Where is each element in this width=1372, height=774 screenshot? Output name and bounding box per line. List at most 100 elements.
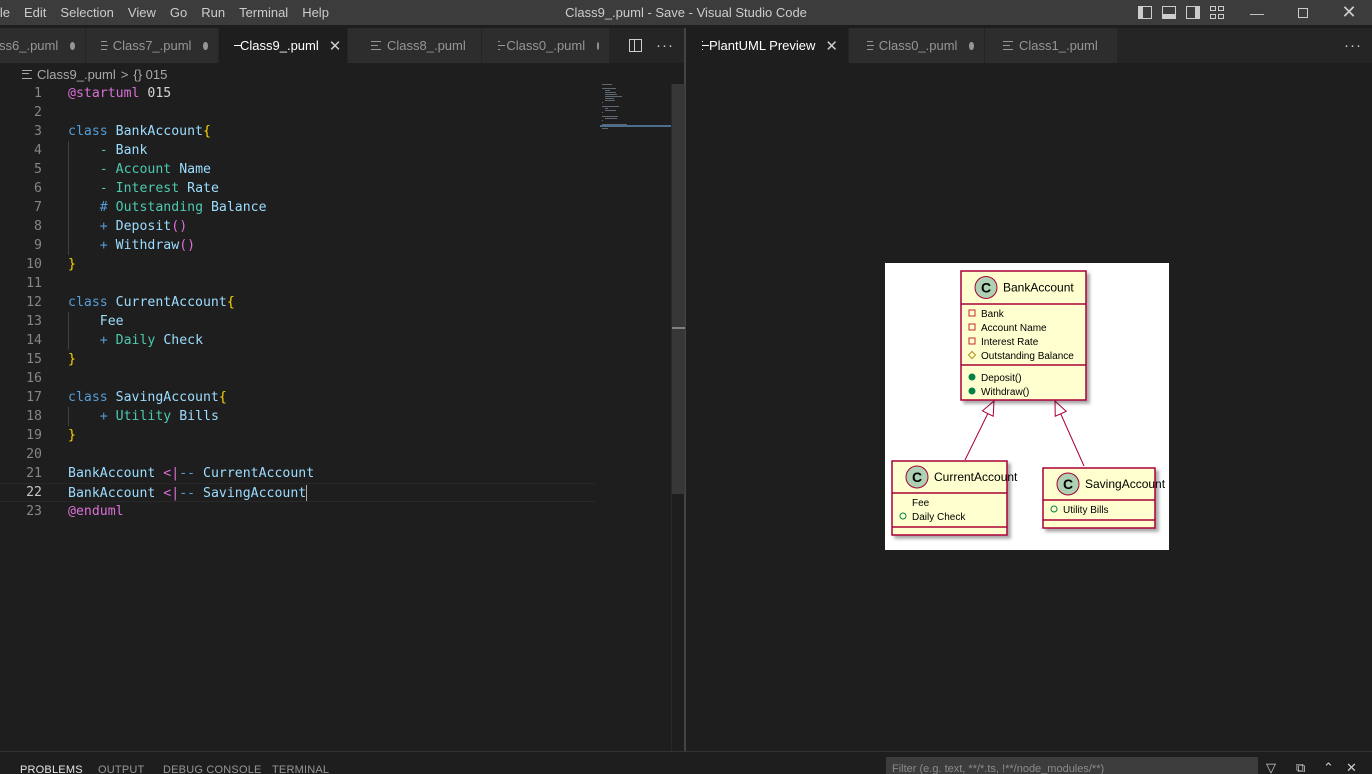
code-line[interactable]: 22 BankAccount <|-- SavingAccount — [0, 483, 595, 502]
layout-sidebar-right-icon[interactable] — [1186, 6, 1200, 19]
tab-terminal[interactable]: TERMINAL — [272, 764, 329, 774]
class-field: Interest Rate — [981, 337, 1039, 348]
menu-view[interactable]: View — [121, 0, 163, 25]
minimap-line — [605, 98, 614, 99]
code-line[interactable]: 23 @enduml — [0, 502, 595, 521]
tab-problems[interactable]: PROBLEMS — [20, 764, 83, 774]
unsaved-dot-icon — [969, 41, 974, 50]
split-editor-icon[interactable] — [629, 39, 642, 52]
customize-layout-icon[interactable] — [1210, 6, 1224, 19]
tab-class7[interactable]: Class7_.puml — [86, 28, 219, 63]
code-editor[interactable]: 1 @startuml 015 2 3 class BankAccount{4 - Ba… — [0, 84, 684, 751]
line-number: 10 — [26, 257, 42, 272]
close-tab-icon[interactable]: ✕ — [329, 37, 342, 55]
code-line[interactable]: 10} — [0, 255, 595, 274]
line-text: + Daily Check — [99, 333, 204, 348]
tab-label: Class0_.puml — [506, 38, 586, 53]
line-text: BankAccount <|-- SavingAccount — [68, 484, 308, 501]
breadcrumb-symbol[interactable]: {} 015 — [133, 67, 167, 82]
minimap-line — [605, 90, 610, 91]
class-field: Daily Check — [912, 512, 966, 523]
code-line[interactable]: 2 — [0, 103, 595, 122]
tab-class8[interactable]: Class8_.puml — [348, 28, 482, 63]
class-name: SavingAccount — [1085, 477, 1166, 491]
filter-icon[interactable]: ▽ — [1266, 760, 1276, 774]
code-line[interactable]: 6 - Interest Rate — [0, 179, 595, 198]
minimize-icon[interactable]: — — [1234, 0, 1280, 25]
collapse-all-icon[interactable]: ⧉ — [1296, 760, 1305, 774]
class-field: Account Name — [981, 323, 1047, 334]
menu-run[interactable]: Run — [194, 0, 232, 25]
layout-panel-icon[interactable] — [1162, 6, 1176, 19]
inheritance-arrowhead — [981, 399, 995, 417]
code-line[interactable]: 9 + Withdraw() — [0, 236, 595, 255]
tab-debug-console[interactable]: DEBUG CONSOLE — [163, 764, 262, 774]
class-field: Fee — [912, 498, 930, 509]
code-line[interactable]: 7 # Outstanding Balance — [0, 198, 595, 217]
more-actions-icon[interactable]: ··· — [656, 37, 674, 54]
editor-tab-bar-right: PlantUML Preview ✕ Class0_.puml Class1_.… — [686, 28, 1372, 63]
line-text: + Deposit() — [99, 219, 188, 234]
minimap-line — [602, 112, 603, 113]
code-line[interactable]: 3 class BankAccount{ — [0, 122, 595, 141]
code-line[interactable]: 12 class CurrentAccount{ — [0, 293, 595, 312]
minimap-line — [602, 128, 608, 129]
code-line[interactable]: 19} — [0, 426, 595, 445]
tab-class9[interactable]: Class9_.puml ✕ — [219, 28, 348, 63]
minimap[interactable] — [600, 84, 672, 144]
code-line[interactable]: 16 — [0, 369, 595, 388]
line-text: + Utility Bills — [99, 409, 219, 424]
code-line[interactable]: 20 — [0, 445, 595, 464]
close-tab-icon[interactable]: ✕ — [825, 37, 838, 55]
code-line[interactable]: 4 - Bank — [0, 141, 595, 160]
minimap-line — [605, 100, 615, 101]
scrollbar-thumb[interactable] — [672, 84, 685, 494]
line-text: BankAccount <|-- CurrentAccount — [68, 466, 315, 481]
code-line[interactable]: 17 class SavingAccount{ — [0, 388, 595, 407]
menu-help[interactable]: Help — [295, 0, 336, 25]
file-icon — [867, 41, 874, 50]
code-line[interactable]: 14 + Daily Check — [0, 331, 595, 350]
line-text: Fee — [99, 314, 124, 329]
menu-terminal[interactable]: Terminal — [232, 0, 295, 25]
code-line[interactable]: 13 Fee — [0, 312, 595, 331]
code-line[interactable]: 15} — [0, 350, 595, 369]
more-actions-icon[interactable]: ··· — [1344, 37, 1362, 54]
menu-go[interactable]: Go — [163, 0, 194, 25]
line-number: 1 — [34, 86, 42, 101]
class-name: BankAccount — [1003, 281, 1074, 295]
tab-output[interactable]: OUTPUT — [98, 764, 144, 774]
menu-file[interactable]: ile — [0, 0, 17, 25]
problems-filter-input[interactable]: Filter (e.g. text, **/*.ts, !**/node_mod… — [886, 757, 1258, 774]
line-number: 2 — [34, 105, 42, 120]
tab-class0[interactable]: Class0_.puml — [482, 28, 610, 63]
tab-label: Class1_.puml — [1019, 38, 1098, 53]
close-icon[interactable]: ✕ — [1326, 0, 1372, 25]
code-line[interactable]: 5 - Account Name — [0, 160, 595, 179]
layout-sidebar-left-icon[interactable] — [1138, 6, 1152, 19]
line-text: } — [68, 428, 76, 443]
chevron-up-icon[interactable]: ⌃ — [1323, 760, 1334, 774]
line-number: 12 — [26, 295, 42, 310]
editor-actions: ··· — [623, 28, 684, 63]
tab-class0-right[interactable]: Class0_.puml — [849, 28, 985, 63]
code-line[interactable]: 8 + Deposit() — [0, 217, 595, 236]
menu-edit[interactable]: Edit — [17, 0, 53, 25]
code-line[interactable]: 1 @startuml 015 — [0, 84, 595, 103]
tab-label: ss6_.puml — [0, 38, 59, 53]
code-line[interactable]: 11 — [0, 274, 595, 293]
tab-class1-right[interactable]: Class1_.puml — [985, 28, 1118, 63]
window-controls: — ✕ — [1133, 0, 1372, 25]
line-text: class CurrentAccount{ — [68, 295, 235, 310]
code-line[interactable]: 21 BankAccount <|-- CurrentAccount — [0, 464, 595, 483]
file-icon — [1003, 41, 1013, 50]
menu-selection[interactable]: Selection — [53, 0, 120, 25]
breadcrumb-file[interactable]: Class9_.puml — [37, 67, 116, 82]
maximize-icon[interactable] — [1280, 0, 1326, 25]
tab-class6[interactable]: ss6_.puml — [0, 28, 86, 63]
tab-plantuml-preview[interactable]: PlantUML Preview ✕ — [686, 28, 849, 63]
code-line[interactable]: 18 + Utility Bills — [0, 407, 595, 426]
plantuml-preview: C BankAccount Bank Account Name Interest Rat… — [885, 263, 1169, 550]
close-panel-icon[interactable]: ✕ — [1346, 760, 1357, 774]
cursor-position-marker — [672, 327, 685, 329]
